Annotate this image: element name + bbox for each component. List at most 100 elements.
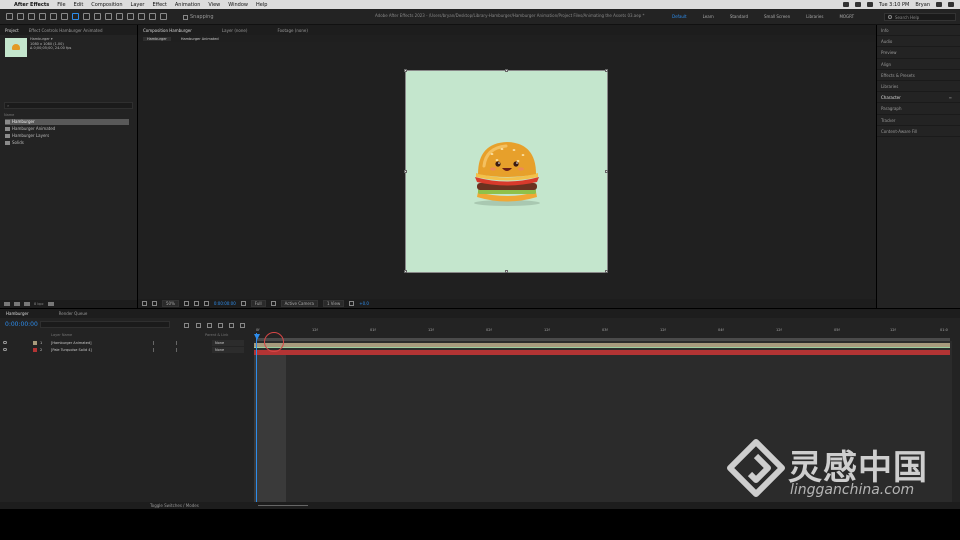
comp-flowchart-icon[interactable] <box>184 323 189 328</box>
frame-blend-icon[interactable] <box>218 323 223 328</box>
roto-tool-icon[interactable] <box>149 13 156 20</box>
menu-effect[interactable]: Effect <box>152 2 166 8</box>
composition-canvas[interactable] <box>404 69 608 273</box>
project-column-name[interactable]: Name <box>4 113 133 118</box>
bpc-label[interactable]: 8 bpc <box>34 302 44 306</box>
tab-layer[interactable]: Layer (none) <box>222 28 248 33</box>
view-layout-dropdown[interactable]: 1 View <box>322 300 345 307</box>
transform-handle[interactable] <box>505 69 508 72</box>
tab-effect-controls[interactable]: Effect Controls Hamburger Animated <box>29 28 103 33</box>
toggle-transparency-icon[interactable] <box>183 301 189 306</box>
shy-icon[interactable] <box>207 323 212 328</box>
tab-timeline-hamburger[interactable]: Hamburger <box>6 311 29 316</box>
fast-preview-icon[interactable] <box>270 301 276 306</box>
wifi-icon[interactable] <box>855 2 862 7</box>
menu-layer[interactable]: Layer <box>131 2 145 8</box>
time-ruler[interactable]: 0f 12f 01f 12f 02f 12f 03f 12f 04f 12f 0… <box>254 328 952 341</box>
crumb-hamburger-animated[interactable]: Hamburger Animated <box>177 37 223 41</box>
selection-tool-icon[interactable] <box>17 13 24 20</box>
mask-tool-icon[interactable] <box>83 13 90 20</box>
status-icon[interactable] <box>843 2 850 7</box>
visibility-eye-icon[interactable] <box>3 341 7 344</box>
panel-content-aware-fill[interactable]: Content-Aware Fill <box>877 126 960 137</box>
workspace-mogrt[interactable]: MOGRT <box>839 14 854 19</box>
timeline-zoom-slider[interactable] <box>258 505 308 506</box>
camera-snapshot-icon[interactable] <box>203 301 209 306</box>
snapping-toggle[interactable]: Snapping <box>183 14 214 20</box>
hand-tool-icon[interactable] <box>28 13 35 20</box>
eraser-tool-icon[interactable] <box>138 13 145 20</box>
parent-dropdown[interactable]: None <box>212 340 244 346</box>
snapping-checkbox[interactable] <box>183 14 188 20</box>
region-of-interest-icon[interactable] <box>193 301 199 306</box>
workspace-small-screen[interactable]: Small Screen <box>764 14 790 19</box>
search-icon[interactable] <box>936 2 942 7</box>
panel-info[interactable]: Info <box>877 25 960 37</box>
panel-character[interactable]: Character ≡ <box>877 92 960 104</box>
timeline-timecode[interactable]: 0:00:00:00 <box>5 321 38 328</box>
layer-color-label[interactable] <box>33 348 37 352</box>
panel-audio[interactable]: Audio <box>877 36 960 48</box>
new-folder-icon[interactable] <box>14 302 20 306</box>
graph-editor-icon[interactable] <box>240 323 245 328</box>
menu-help[interactable]: Help <box>256 2 267 8</box>
viewer-stage[interactable] <box>138 42 876 299</box>
project-item-hamburger-layers[interactable]: Hamburger Layers <box>5 133 129 139</box>
show-snapshot-icon[interactable] <box>240 301 246 306</box>
battery-icon[interactable] <box>867 2 874 7</box>
column-layer-name[interactable]: Layer Name <box>51 333 72 337</box>
menubar-clock[interactable]: Tue 3:10 PM <box>879 2 909 8</box>
column-parent[interactable]: Parent & Link <box>205 333 228 337</box>
transform-handle[interactable] <box>605 69 608 72</box>
resolution-dropdown[interactable]: Full <box>250 300 266 307</box>
layer-row-2[interactable]: 2 [Pale Turquoise Solid 4] None <box>0 347 253 353</box>
camera-dropdown[interactable]: Active Camera <box>280 300 318 307</box>
project-search-input[interactable]: ⌕ <box>4 102 133 109</box>
reset-exposure-icon[interactable] <box>349 301 355 306</box>
trash-icon[interactable] <box>47 302 54 306</box>
transform-handle[interactable] <box>404 270 407 273</box>
menubar-user[interactable]: Bryan <box>915 2 930 8</box>
puppet-tool-icon[interactable] <box>160 13 167 20</box>
work-area-bar[interactable] <box>257 338 950 341</box>
motion-blur-icon[interactable] <box>229 323 234 328</box>
menu-view[interactable]: View <box>208 2 220 8</box>
new-composition-icon[interactable] <box>24 302 30 306</box>
layer-bar-1[interactable] <box>254 343 950 348</box>
rotate-tool-icon[interactable] <box>50 13 57 20</box>
project-item-solids[interactable]: Solids <box>5 140 129 146</box>
menu-composition[interactable]: Composition <box>91 2 122 8</box>
transform-handle[interactable] <box>505 270 508 273</box>
home-icon[interactable] <box>6 13 13 20</box>
viewer-timecode[interactable]: 0:00:00:00 <box>214 301 236 306</box>
camera-tool-icon[interactable] <box>61 13 68 20</box>
tab-composition[interactable]: Composition Hamburger <box>143 28 192 33</box>
text-tool-icon[interactable] <box>105 13 112 20</box>
panel-tracker[interactable]: Tracker <box>877 115 960 126</box>
layer-name[interactable]: [Hamburger Animated] <box>51 340 92 346</box>
list-icon[interactable] <box>948 2 954 7</box>
panel-libraries[interactable]: Libraries <box>877 81 960 93</box>
visibility-eye-icon[interactable] <box>3 348 7 351</box>
playhead-line[interactable] <box>256 333 257 502</box>
layer-color-label[interactable] <box>33 341 37 345</box>
menu-window[interactable]: Window <box>228 2 248 8</box>
zoom-tool-icon[interactable] <box>39 13 46 20</box>
menu-animation[interactable]: Animation <box>175 2 201 8</box>
exposure-value[interactable]: +0.0 <box>359 301 369 306</box>
panel-preview[interactable]: Preview <box>877 47 960 59</box>
layer-switches[interactable] <box>153 341 177 345</box>
transform-handle[interactable] <box>404 170 407 173</box>
always-preview-icon[interactable] <box>142 301 147 306</box>
transform-handle[interactable] <box>605 170 608 173</box>
search-help-input[interactable]: Search Help <box>884 13 956 21</box>
zoom-dropdown[interactable]: 50% <box>162 300 179 307</box>
workspace-default[interactable]: Default <box>672 14 687 19</box>
panel-effects-presets[interactable]: Effects & Presets <box>877 70 960 81</box>
menu-file[interactable]: File <box>57 2 65 8</box>
parent-dropdown[interactable]: None <box>212 347 244 353</box>
project-item-hamburger-animated[interactable]: Hamburger Animated <box>5 126 129 132</box>
layer-switches[interactable] <box>153 348 177 352</box>
pen-tool-icon[interactable] <box>94 13 101 20</box>
timeline-search-input[interactable] <box>40 321 170 328</box>
